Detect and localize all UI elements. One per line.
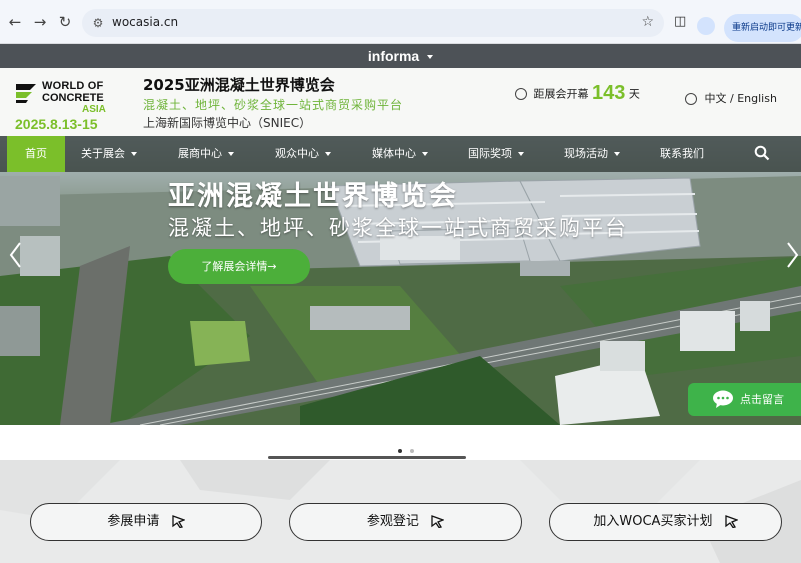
nav-item-exhibitors[interactable]: 展商中心: [178, 136, 234, 172]
back-icon[interactable]: ←: [6, 13, 24, 31]
nav-item-media[interactable]: 媒体中心: [372, 136, 428, 172]
side-panel-icon[interactable]: ◫: [674, 14, 686, 29]
nav-item-label: 媒体中心: [372, 147, 416, 160]
nav-item-label: 联系我们: [660, 147, 704, 160]
address-bar[interactable]: ⚙ wocasia.cn ☆: [82, 9, 664, 37]
chevron-down-icon: [422, 152, 428, 156]
carousel-dot-2[interactable]: [410, 449, 414, 453]
browser-toolbar: ← → ↻ ⚙ wocasia.cn ☆ ◫ 重新启动即可更新: [0, 0, 801, 44]
chevron-down-icon: [131, 152, 137, 156]
exhibit-apply-button[interactable]: 参展申请: [30, 503, 262, 541]
carousel-dot-1[interactable]: [398, 449, 402, 453]
chevron-down-icon: [325, 152, 331, 156]
carousel-progress: [268, 456, 466, 459]
event-date: 2025.8.13-15: [15, 116, 98, 132]
nav-item-label: 观众中心: [275, 147, 319, 160]
chevron-left-icon[interactable]: [8, 241, 22, 269]
globe-icon: [685, 93, 697, 105]
url-text: wocasia.cn: [112, 15, 179, 29]
forward-icon[interactable]: →: [31, 13, 49, 31]
exhibit-apply-label: 参展申请: [107, 514, 160, 529]
nav-item-label: 现场活动: [564, 147, 608, 160]
nav-item-events[interactable]: 现场活动: [564, 136, 620, 172]
countdown: 距展会开幕 143 天: [515, 82, 640, 106]
event-title: 2025亚洲混凝土世界博览会: [143, 76, 335, 94]
chevron-down-icon: [427, 55, 434, 60]
event-slogan: 混凝土、地坪、砂浆全球一站式商贸采购平台: [143, 98, 404, 112]
informa-label: informa: [367, 48, 420, 64]
buyer-program-button[interactable]: 加入WOCA买家计划: [549, 503, 782, 541]
site-logo[interactable]: WORLD OF CONCRETE ASIA 2025.8.13-15: [14, 74, 114, 132]
hero-banner: 首页 关于展会 展商中心 观众中心 媒体中心 国际奖项 现场活动 联系我们 亚洲…: [0, 136, 801, 425]
nav-item-visitors[interactable]: 观众中心: [275, 136, 331, 172]
nav-item-about[interactable]: 关于展会: [81, 136, 137, 172]
visitor-register-label: 参观登记: [366, 514, 419, 529]
site-header: WORLD OF CONCRETE ASIA 2025.8.13-15 2025…: [0, 68, 801, 136]
cursor-pointer-icon: [171, 515, 185, 528]
hero-title: 亚洲混凝土世界博览会: [168, 181, 458, 212]
logo-line1: WORLD OF: [42, 80, 104, 92]
event-venue: 上海新国际博览中心（SNIEC）: [143, 116, 312, 130]
hero-subtitle: 混凝土、地坪、砂浆全球一站式商贸采购平台: [168, 216, 628, 240]
chevron-down-icon: [614, 152, 620, 156]
site-info-icon[interactable]: ⚙: [90, 15, 106, 31]
cursor-pointer-icon: [431, 515, 445, 528]
clock-icon: [515, 87, 527, 100]
bookmark-star-icon[interactable]: ☆: [641, 14, 654, 30]
message-button[interactable]: 点击留言: [688, 383, 801, 416]
nav-item-label: 关于展会: [81, 147, 125, 160]
nav-item-label: 首页: [25, 147, 47, 160]
nav-item-label: 国际奖项: [468, 147, 512, 160]
update-browser-button[interactable]: 重新启动即可更新: [724, 14, 801, 42]
buyer-program-label: 加入WOCA买家计划: [593, 514, 713, 529]
countdown-suffix: 天: [628, 87, 640, 101]
chevron-right-icon[interactable]: [786, 241, 800, 269]
visitor-register-button[interactable]: 参观登记: [289, 503, 522, 541]
cursor-pointer-icon: [724, 515, 738, 528]
language-label: 中文 / English: [704, 92, 777, 105]
countdown-prefix: 距展会开幕: [533, 87, 589, 101]
nav-item-label: 展商中心: [178, 147, 222, 160]
logo-line3: ASIA: [82, 104, 106, 115]
countdown-days: 143: [592, 82, 626, 104]
profile-avatar-icon[interactable]: [697, 17, 715, 35]
language-switcher[interactable]: 中文 / English: [685, 90, 777, 106]
informa-bar[interactable]: informa: [0, 44, 801, 68]
message-button-label: 点击留言: [740, 393, 784, 406]
chevron-down-icon: [228, 152, 234, 156]
chevron-down-icon: [518, 152, 524, 156]
learn-more-button[interactable]: 了解展会详情→: [168, 249, 310, 284]
logo-mark-icon: [16, 84, 36, 103]
main-nav: 首页 关于展会 展商中心 观众中心 媒体中心 国际奖项 现场活动 联系我们: [0, 136, 801, 172]
nav-item-awards[interactable]: 国际奖项: [468, 136, 524, 172]
chat-bubble-icon: [713, 390, 733, 408]
nav-item-contact[interactable]: 联系我们: [660, 136, 704, 172]
logo-line2: CONCRETE: [42, 92, 104, 104]
search-icon[interactable]: [754, 145, 770, 161]
reload-icon[interactable]: ↻: [56, 13, 74, 31]
nav-item-home[interactable]: 首页: [7, 136, 65, 172]
